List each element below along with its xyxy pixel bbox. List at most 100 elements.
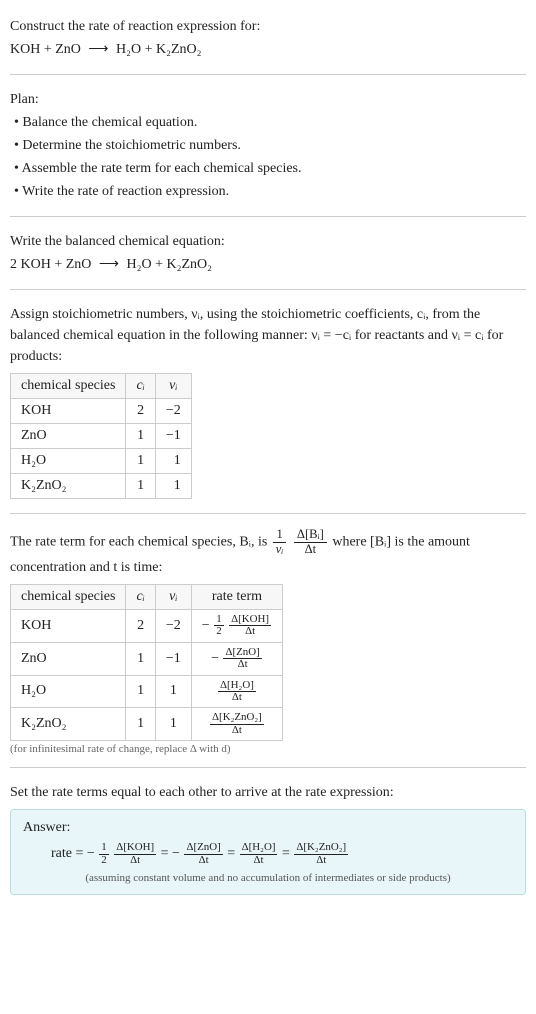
frac-num: 1	[99, 842, 108, 854]
frac-den: Δt	[294, 855, 348, 866]
ci-label: cᵢ	[136, 589, 144, 604]
table-row: KOH 2 −2	[11, 399, 192, 424]
frac-den: νᵢ	[273, 543, 287, 557]
frac-den: Δt	[223, 659, 261, 670]
frac-den: Δt	[114, 855, 156, 866]
frac-den: Δt	[184, 855, 222, 866]
col-species: chemical species	[11, 374, 126, 399]
cell-ci: 1	[126, 642, 155, 675]
cell-species: ZnO	[11, 642, 126, 675]
cell-species: H₂O	[11, 675, 126, 708]
frac-den: Δt	[229, 626, 271, 637]
cell-vi: −1	[155, 424, 191, 449]
col-ci: cᵢ	[126, 584, 155, 609]
neg-sign: −	[172, 846, 180, 861]
term3-frac: Δ[H₂O] Δt	[240, 842, 278, 866]
cell-species: KOH	[11, 609, 126, 642]
cell-vi: 1	[155, 474, 191, 499]
col-species: chemical species	[11, 584, 126, 609]
vi-label: νᵢ	[169, 378, 177, 393]
col-vi: νᵢ	[155, 584, 191, 609]
final-section: Set the rate terms equal to each other t…	[10, 774, 526, 901]
cell-vi: 1	[155, 675, 191, 708]
cell-species: K₂ZnO₂	[11, 474, 126, 499]
cell-species: K₂ZnO₂	[11, 708, 126, 741]
neg-sign: −	[211, 651, 219, 666]
plan-item: • Determine the stoichiometric numbers.	[14, 135, 526, 156]
neg-sign: −	[87, 846, 95, 861]
plan-heading: Plan:	[10, 89, 526, 110]
frac-num: Δ[H₂O]	[240, 842, 278, 854]
balanced-section: Write the balanced chemical equation: 2 …	[10, 223, 526, 283]
divider	[10, 216, 526, 217]
cell-vi: −2	[155, 609, 191, 642]
final-heading: Set the rate terms equal to each other t…	[10, 782, 526, 803]
stoich-section: Assign stoichiometric numbers, νᵢ, using…	[10, 296, 526, 507]
rateterm-table: chemical species cᵢ νᵢ rate term KOH 2 −…	[10, 584, 283, 742]
cell-species: H₂O	[11, 449, 126, 474]
frac-den: 2	[99, 855, 108, 866]
balanced-equation: 2 KOH + ZnO ⟶ H₂O + K₂ZnO₂	[10, 254, 526, 275]
rateterm-note: (for infinitesimal rate of change, repla…	[10, 743, 526, 755]
frac-dbi-dt: Δ[Bᵢ] Δt	[294, 528, 327, 557]
balanced-heading: Write the balanced chemical equation:	[10, 231, 526, 252]
arrow-icon: ⟶	[84, 42, 112, 57]
equals: =	[227, 846, 238, 861]
eq-lhs: KOH + ZnO	[10, 42, 81, 57]
col-ci: cᵢ	[126, 374, 155, 399]
cell-vi: 1	[155, 449, 191, 474]
cell-ci: 1	[126, 708, 155, 741]
half-frac: 1 2	[99, 842, 108, 866]
cell-ci: 1	[126, 474, 155, 499]
answer-note: (assuming constant volume and no accumul…	[23, 872, 513, 884]
frac-den: Δt	[210, 725, 264, 736]
rateterm-section: The rate term for each chemical species,…	[10, 520, 526, 761]
term1-frac: Δ[KOH] Δt	[114, 842, 156, 866]
main-frac: Δ[KOH] Δt	[229, 614, 271, 638]
cell-rate: Δ[H₂O] Δt	[191, 675, 282, 708]
main-frac: Δ[H₂O] Δt	[218, 680, 256, 704]
divider	[10, 74, 526, 75]
frac-num: Δ[K₂ZnO₂]	[294, 842, 348, 854]
col-vi: νᵢ	[155, 374, 191, 399]
frac-num: Δ[K₂ZnO₂]	[210, 712, 264, 724]
cell-vi: −1	[155, 642, 191, 675]
frac-den: Δt	[294, 543, 327, 557]
table-header-row: chemical species cᵢ νᵢ rate term	[11, 584, 283, 609]
divider	[10, 289, 526, 290]
arrow-icon: ⟶	[95, 257, 123, 272]
cell-ci: 2	[126, 399, 155, 424]
frac-num: 1	[273, 528, 287, 543]
plan-item: • Balance the chemical equation.	[14, 112, 526, 133]
cell-species: KOH	[11, 399, 126, 424]
cell-ci: 1	[126, 675, 155, 708]
answer-label: Answer:	[23, 820, 513, 836]
rateterm-intro: The rate term for each chemical species,…	[10, 528, 526, 578]
table-row: H₂O 1 1 Δ[H₂O] Δt	[11, 675, 283, 708]
rate-expression: rate = − 1 2 Δ[KOH] Δt = − Δ[ZnO] Δt = Δ…	[23, 842, 513, 866]
vi-label: νᵢ	[169, 589, 177, 604]
ci-label: cᵢ	[136, 378, 144, 393]
frac-num: Δ[Bᵢ]	[294, 528, 327, 543]
table-row: ZnO 1 −1	[11, 424, 192, 449]
table-header-row: chemical species cᵢ νᵢ	[11, 374, 192, 399]
construct-text: Construct the rate of reaction expressio…	[10, 16, 526, 37]
intro-section: Construct the rate of reaction expressio…	[10, 8, 526, 68]
table-row: ZnO 1 −1 − Δ[ZnO] Δt	[11, 642, 283, 675]
table-row: K₂ZnO₂ 1 1 Δ[K₂ZnO₂] Δt	[11, 708, 283, 741]
term4-frac: Δ[K₂ZnO₂] Δt	[294, 842, 348, 866]
eq-rhs: H₂O + K₂ZnO₂	[116, 42, 202, 57]
main-frac: Δ[K₂ZnO₂] Δt	[210, 712, 264, 736]
neg-sign: −	[202, 618, 210, 633]
col-rate: rate term	[191, 584, 282, 609]
eq-lhs: 2 KOH + ZnO	[10, 257, 91, 272]
plan-item: • Write the rate of reaction expression.	[14, 181, 526, 202]
divider	[10, 767, 526, 768]
plan-section: Plan: • Balance the chemical equation. •…	[10, 81, 526, 210]
frac-num: Δ[KOH]	[114, 842, 156, 854]
plan-item: • Assemble the rate term for each chemic…	[14, 158, 526, 179]
table-row: H₂O 1 1	[11, 449, 192, 474]
cell-vi: −2	[155, 399, 191, 424]
frac-den: Δt	[218, 692, 256, 703]
equals: =	[161, 846, 172, 861]
